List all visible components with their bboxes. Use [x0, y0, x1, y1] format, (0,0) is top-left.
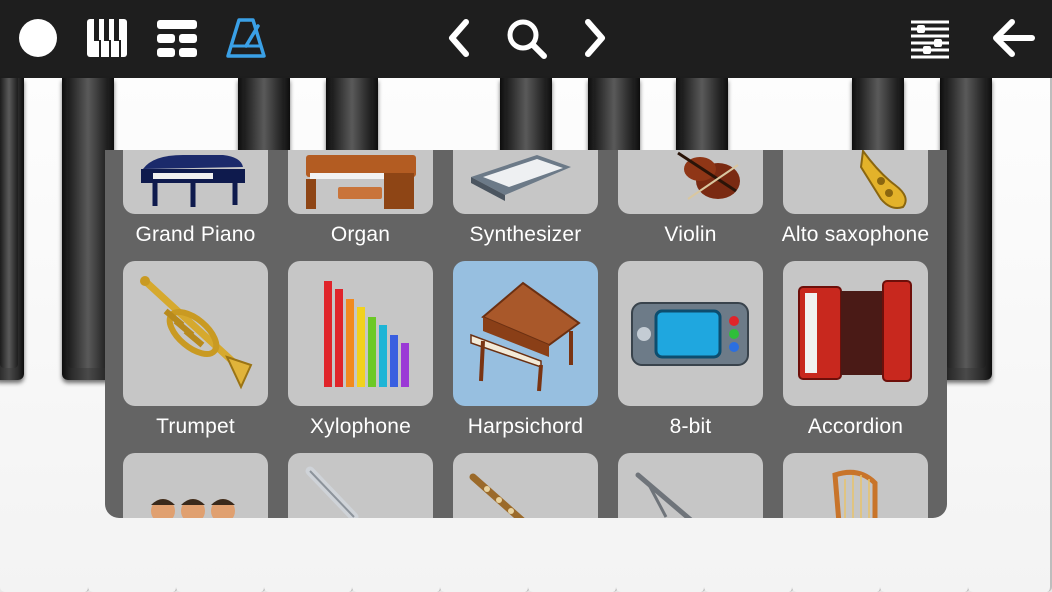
choir-icon: [151, 499, 235, 518]
harp-icon: [832, 469, 878, 518]
instrument-oboe[interactable]: [453, 453, 598, 518]
instrument-tile[interactable]: [783, 261, 928, 406]
instrument-label: Synthesizer: [469, 223, 582, 246]
instrument-xylophone[interactable]: Xylophone: [288, 261, 433, 438]
instrument-clarinet[interactable]: [618, 453, 763, 518]
layout-icon[interactable]: [156, 18, 198, 58]
instrument-label: Organ: [330, 223, 391, 246]
accordion-icon: [798, 280, 912, 382]
trumpet-icon: [140, 276, 253, 390]
instrument-tile[interactable]: [288, 150, 433, 214]
mixer-sliders-icon[interactable]: [908, 16, 952, 60]
violin-icon: [677, 151, 740, 200]
instrument-tile[interactable]: [288, 261, 433, 406]
instrument-tile[interactable]: [618, 150, 763, 214]
instrument-tile[interactable]: [288, 453, 433, 518]
instrument-harpsichord[interactable]: Harpsichord: [453, 261, 598, 438]
organ-icon: [306, 155, 416, 209]
instrument-flute[interactable]: [288, 453, 433, 518]
instrument-violin[interactable]: Violin: [618, 150, 763, 246]
instrument-8-bit[interactable]: 8-bit: [618, 261, 763, 438]
back-arrow-icon[interactable]: [990, 16, 1036, 60]
instrument-tile[interactable]: [453, 150, 598, 214]
instrument-tile[interactable]: [123, 261, 268, 406]
flute-icon: [305, 466, 359, 518]
chevron-right-icon[interactable]: [578, 18, 612, 58]
8bit-console-icon: [631, 302, 749, 366]
instrument-accordion[interactable]: Accordion: [783, 261, 928, 438]
record-icon[interactable]: [18, 18, 58, 58]
instrument-label: Xylophone: [309, 415, 412, 438]
instrument-label: 8-bit: [669, 415, 712, 438]
piano-keys-icon[interactable]: [86, 18, 128, 58]
instrument-trumpet[interactable]: Trumpet: [123, 261, 268, 438]
clarinet-icon: [635, 472, 693, 518]
instrument-tile[interactable]: [123, 150, 268, 214]
instrument-label: Violin: [664, 223, 717, 246]
metronome-icon[interactable]: [224, 16, 268, 60]
instrument-tile-selected[interactable]: [453, 261, 598, 406]
grand-piano-icon: [141, 155, 245, 207]
instrument-tile[interactable]: [618, 261, 763, 406]
saxophone-icon: [859, 150, 907, 209]
instrument-synthesizer[interactable]: Synthesizer: [453, 150, 598, 246]
top-toolbar: [0, 0, 1052, 78]
instrument-grand-piano[interactable]: Grand Piano: [123, 150, 268, 246]
instrument-harp[interactable]: [783, 453, 928, 518]
instrument-label: Harpsichord: [467, 415, 584, 438]
xylophone-icon: [324, 281, 409, 387]
instrument-tile[interactable]: [123, 453, 268, 518]
instrument-tile[interactable]: [618, 453, 763, 518]
instrument-picker[interactable]: Grand Piano Organ Synthesizer Violin Alt…: [105, 150, 947, 518]
instrument-organ[interactable]: Organ: [288, 150, 433, 246]
instrument-choir[interactable]: [123, 453, 268, 518]
instrument-tile[interactable]: [783, 453, 928, 518]
harpsichord-icon: [470, 281, 581, 392]
synthesizer-icon: [471, 155, 571, 201]
instrument-label: Grand Piano: [135, 223, 256, 246]
chevron-left-icon[interactable]: [442, 18, 476, 58]
instrument-label: Accordion: [807, 415, 904, 438]
instrument-tile[interactable]: [453, 453, 598, 518]
instrument-tile[interactable]: [783, 150, 928, 214]
oboe-icon: [469, 473, 525, 518]
instrument-label: Alto saxophone: [781, 223, 930, 246]
instrument-label: Trumpet: [156, 415, 235, 438]
black-key[interactable]: [940, 78, 992, 380]
search-icon[interactable]: [504, 16, 548, 60]
black-key[interactable]: [0, 78, 24, 380]
instrument-alto-saxophone[interactable]: Alto saxophone: [782, 150, 929, 246]
